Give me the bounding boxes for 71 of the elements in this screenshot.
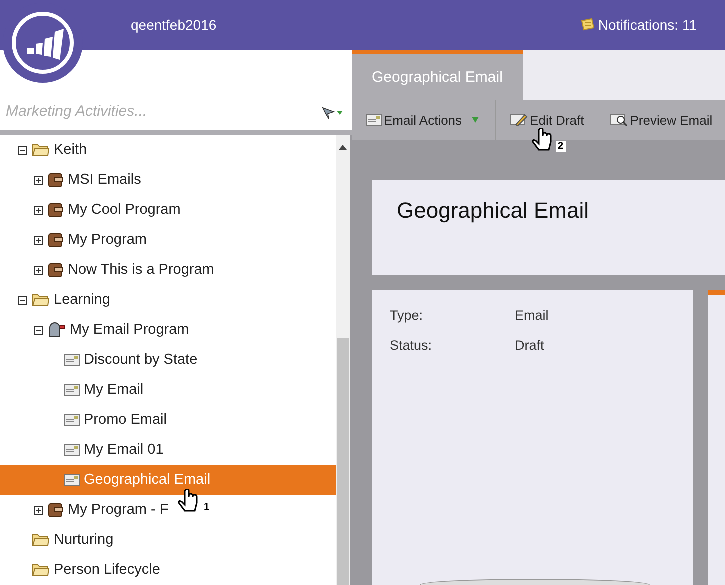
toggle-icon[interactable] [18, 146, 27, 154]
field-value: Draft [515, 338, 544, 355]
briefcase-icon [48, 202, 64, 218]
scrollbar[interactable] [336, 135, 352, 585]
tree-item-label: MSI Emails [68, 172, 142, 188]
toggle-icon[interactable] [34, 326, 43, 334]
tree-item-label: My Email Program [70, 322, 190, 338]
tree-item-label: My Email [84, 382, 144, 398]
email-icon [64, 354, 80, 366]
toolbar-button[interactable]: Preview Email [596, 100, 725, 140]
dropdown-caret-icon [472, 117, 480, 123]
folder-icon [32, 563, 50, 577]
toggle-icon[interactable] [34, 176, 43, 184]
scrollbar-thumb[interactable] [337, 338, 349, 585]
field-label: Type: [390, 308, 424, 325]
pencil-icon [510, 113, 528, 127]
tree-item-label: Person Lifecycle [54, 562, 160, 578]
account-name: qeentfeb2016 [131, 17, 217, 33]
tree-item[interactable]: Discount by State [0, 345, 200, 375]
notepad-icon [580, 18, 596, 32]
tree-item-label: Keith [54, 142, 88, 158]
magnifier-icon [610, 113, 628, 127]
toggle-icon[interactable] [34, 236, 43, 244]
tree-item[interactable]: My Email 01 [0, 435, 166, 465]
tree-item[interactable]: MSI Emails [0, 165, 144, 195]
email-icon [366, 114, 382, 126]
tree-item[interactable]: My Cool Program [0, 195, 183, 225]
field-label: Status: [390, 338, 434, 355]
toggle-icon[interactable] [34, 266, 43, 274]
mailbox-icon [48, 322, 66, 338]
tree-item[interactable]: Keith [0, 135, 90, 165]
tree-item[interactable]: Learning [0, 285, 112, 315]
tree-item[interactable]: My Email Program [0, 315, 192, 345]
folder-icon [32, 143, 50, 157]
briefcase-icon [48, 172, 64, 188]
search-field[interactable]: Marketing Activities... [6, 103, 322, 120]
tree-item-label: Discount by State [84, 352, 198, 368]
tree-item-label: My Cool Program [68, 202, 181, 218]
tree-item-label: Learning [54, 292, 110, 308]
folder-icon [32, 293, 50, 307]
tree-item-label: Nurturing [54, 532, 114, 548]
step-number: 2 [556, 141, 566, 152]
tree-item[interactable]: Nurturing [0, 525, 116, 555]
tree-item[interactable]: Now This is a Program [0, 255, 216, 285]
tree-item[interactable]: My Program - F [0, 495, 171, 525]
tree-item-label: Promo Email [84, 412, 167, 428]
toggle-icon[interactable] [34, 506, 43, 514]
folder-icon [32, 533, 50, 547]
tree-item-label: Geographical Email [84, 472, 211, 488]
tree-item-label: My Program - F [68, 502, 169, 518]
step-number: 1 [202, 502, 212, 513]
tree-item-label: Now This is a Program [68, 262, 214, 278]
toggle-icon[interactable] [34, 206, 43, 214]
briefcase-icon [48, 262, 64, 278]
tree-item[interactable]: My Program [0, 225, 149, 255]
briefcase-icon [48, 502, 64, 518]
tree-item[interactable]: Person Lifecycle [0, 555, 162, 585]
tree-item-label: My Program [68, 232, 147, 248]
email-icon [64, 384, 80, 396]
asset-title: Geographical Email [397, 198, 590, 224]
email-icon [64, 474, 80, 486]
field-value: Email [515, 308, 549, 325]
briefcase-icon [48, 232, 64, 248]
tree-item[interactable]: My Email [0, 375, 146, 405]
email-icon [64, 444, 80, 456]
notifications-link[interactable]: Notifications: 11 [580, 17, 697, 33]
scroll-up-icon[interactable] [339, 145, 347, 150]
email-icon [64, 414, 80, 426]
toggle-icon[interactable] [18, 296, 27, 304]
tree-item[interactable]: Promo Email [0, 405, 169, 435]
tree-item-label: My Email 01 [84, 442, 164, 458]
